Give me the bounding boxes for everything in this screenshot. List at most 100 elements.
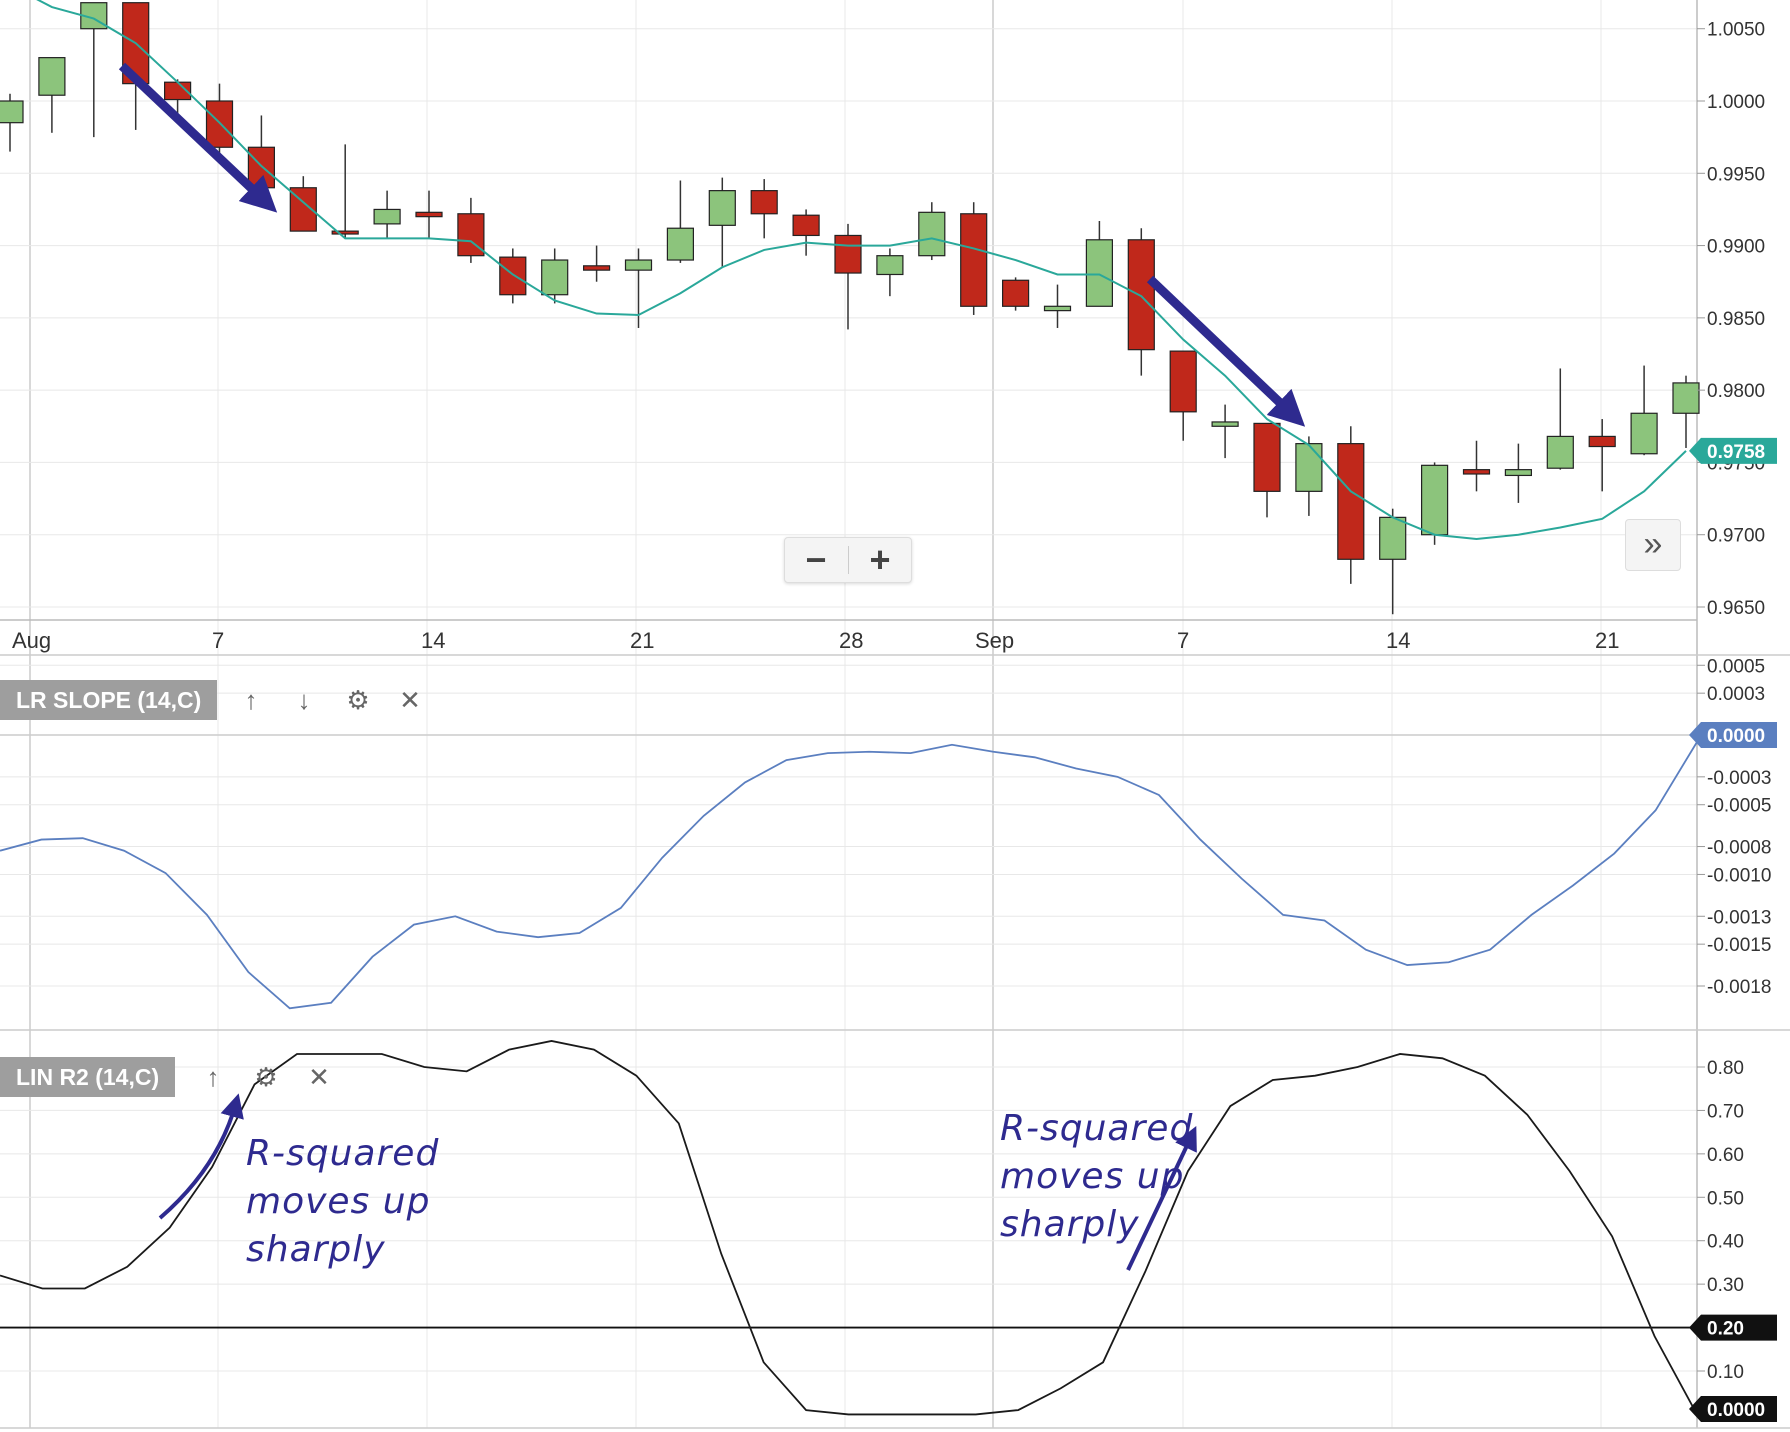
- candle-up: [1630, 412, 1658, 455]
- slope-tick-label: -0.0013: [1707, 907, 1771, 928]
- candle-up: [0, 100, 24, 124]
- slope-tick-label: -0.0018: [1707, 977, 1771, 998]
- r2-tick-label: 0.60: [1707, 1145, 1744, 1166]
- slope-value-badge: 0.0000: [1689, 722, 1777, 748]
- r2-tick-label: 0.30: [1707, 1275, 1744, 1296]
- arrow-down-icon[interactable]: ↓: [286, 682, 322, 718]
- x-tick-label: 21: [1595, 628, 1619, 653]
- arrow-up-icon[interactable]: ↑: [195, 1059, 231, 1095]
- x-tick-label: 28: [839, 628, 863, 653]
- price-tick-label: 0.9850: [1707, 309, 1765, 330]
- candle-up: [918, 211, 946, 257]
- x-tick-label: 7: [1177, 628, 1189, 653]
- x-tick-label: 7: [212, 628, 224, 653]
- candle-down: [1337, 443, 1365, 560]
- price-tick-label: 0.9900: [1707, 237, 1765, 258]
- candle-down: [1127, 239, 1155, 351]
- gear-icon[interactable]: ⚙: [248, 1059, 284, 1095]
- r2-panel: [0, 1040, 1698, 1416]
- candle-down: [1588, 435, 1616, 448]
- candle-up: [1085, 239, 1114, 307]
- candle-down: [792, 214, 820, 237]
- annotation-1-line-1: R-squared: [246, 1133, 439, 1174]
- x-tick-label: 14: [421, 628, 445, 653]
- candle-up: [876, 255, 904, 276]
- scroll-to-latest-button[interactable]: »: [1625, 519, 1681, 571]
- slope-line: [0, 741, 1698, 1010]
- r2-rise-arrow-1: [158, 1093, 244, 1220]
- r2-value-badge: 0.0000: [1689, 1396, 1777, 1422]
- candle-down: [205, 100, 234, 148]
- gear-icon[interactable]: ⚙: [340, 682, 376, 718]
- price-tick-label: 0.9650: [1707, 598, 1765, 619]
- r2-reference-badge-text: 0.20: [1707, 1319, 1744, 1340]
- candle-up: [708, 190, 736, 226]
- candle-up: [1420, 464, 1449, 536]
- candle-up: [373, 208, 401, 225]
- candle-up: [666, 227, 695, 261]
- annotation-layer: R-squared moves up sharply R-squared mov…: [118, 62, 1306, 1271]
- candle-down: [1001, 279, 1030, 307]
- candle-up: [38, 57, 66, 96]
- r2-line: [0, 1040, 1698, 1416]
- candle-up: [541, 259, 569, 296]
- candle-down: [834, 234, 862, 274]
- zoom-out-button[interactable]: −: [785, 538, 847, 582]
- close-icon[interactable]: ✕: [392, 682, 428, 718]
- slope-tick-label: 0.0005: [1707, 656, 1765, 677]
- price-tick-label: 0.9800: [1707, 381, 1765, 402]
- price-tick-label: 0.9700: [1707, 526, 1765, 547]
- annotation-2-line-3: sharply: [1000, 1204, 1140, 1245]
- slope-panel-label[interactable]: LR SLOPE (14,C): [0, 680, 218, 720]
- r2-panel-label[interactable]: LIN R2 (14,C): [0, 1057, 176, 1097]
- r2-tick-label: 0.10: [1707, 1362, 1744, 1383]
- slope-tick-label: -0.0003: [1707, 768, 1771, 789]
- price-tick-label: 1.0000: [1707, 92, 1765, 113]
- candle-down: [1253, 422, 1281, 492]
- candle-up: [1672, 382, 1700, 414]
- candle-down: [1462, 469, 1491, 475]
- candle-up: [1043, 305, 1072, 312]
- candle-up: [1211, 421, 1239, 427]
- candle-up: [1504, 469, 1533, 477]
- candle-down: [582, 265, 611, 271]
- slope-tick-label: 0.0003: [1707, 684, 1765, 705]
- zoom-in-button[interactable]: +: [849, 538, 911, 582]
- candle-down: [1169, 350, 1197, 413]
- last-price-badge: 0.9758: [1689, 437, 1777, 464]
- x-tick-label: Aug: [12, 628, 51, 653]
- r2-value-badge-text: 0.0000: [1707, 1400, 1765, 1421]
- slope-tick-label: -0.0008: [1707, 838, 1771, 859]
- r2-tick-label: 0.40: [1707, 1232, 1744, 1253]
- price-panel: [0, 0, 1700, 615]
- slope-tick-label: -0.0015: [1707, 935, 1771, 956]
- annotation-2-line-2: moves up: [1000, 1156, 1184, 1197]
- r2-tick-label: 0.50: [1707, 1188, 1744, 1209]
- r2-reference-badge: 0.20: [1689, 1314, 1777, 1341]
- slope-value-badge-text: 0.0000: [1707, 726, 1765, 747]
- candle-up: [624, 259, 653, 271]
- close-icon[interactable]: ✕: [301, 1059, 337, 1095]
- x-tick-label: Sep: [975, 628, 1014, 653]
- downtrend-arrow-1: [118, 62, 278, 213]
- r2-tick-label: 0.80: [1707, 1058, 1744, 1079]
- arrow-up-icon[interactable]: ↑: [233, 682, 269, 718]
- slope-panel: [0, 734, 1698, 1010]
- candle-down: [499, 256, 527, 296]
- slope-tick-label: -0.0010: [1707, 865, 1771, 886]
- r2-tick-label: 0.70: [1707, 1101, 1744, 1122]
- annotation-1-line-3: sharply: [246, 1229, 386, 1270]
- candle-down: [247, 146, 275, 189]
- candle-down: [750, 190, 778, 215]
- candle-down: [415, 211, 443, 218]
- zoom-control: − +: [784, 537, 912, 583]
- x-tick-label: 21: [630, 628, 654, 653]
- slope-tick-label: -0.0005: [1707, 796, 1771, 817]
- annotation-2-line-1: R-squared: [1000, 1108, 1193, 1149]
- candle-up: [1546, 435, 1574, 469]
- last-price-badge-text: 0.9758: [1707, 442, 1765, 463]
- candle-up: [1379, 516, 1407, 560]
- price-tick-label: 1.0050: [1707, 20, 1765, 41]
- x-tick-label: 14: [1386, 628, 1410, 653]
- candle-down: [960, 213, 988, 307]
